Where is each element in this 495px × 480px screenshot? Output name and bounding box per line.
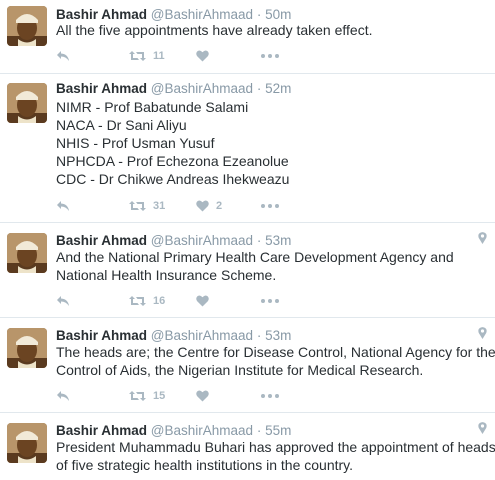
user-handle[interactable]: @BashirAhmaad — [151, 233, 253, 248]
display-name[interactable]: Bashir Ahmad — [56, 81, 147, 96]
tweet-actions: 11 — [56, 48, 296, 64]
user-handle[interactable]: @BashirAhmaad — [151, 423, 253, 438]
tweet-text-line: President Muhammadu Buhari has approved … — [56, 439, 495, 455]
retweet-icon — [129, 201, 146, 211]
reply-icon — [57, 296, 69, 306]
separator: · — [256, 7, 262, 22]
tweet-text-line: NHIS - Prof Usman Yusuf — [56, 135, 215, 151]
tweet-text: NIMR - Prof Babatunde Salami NACA - Dr S… — [56, 98, 486, 188]
timestamp[interactable]: 52m — [265, 81, 291, 96]
tweet-feed: Bashir Ahmad @BashirAhmaad · 50m All the… — [0, 0, 495, 480]
separator: · — [256, 81, 262, 96]
like-button[interactable] — [196, 388, 216, 404]
reply-button[interactable] — [56, 388, 70, 404]
retweet-icon — [129, 296, 146, 306]
more-icon — [261, 204, 279, 208]
reply-icon — [57, 201, 69, 211]
tweet-actions: 16 — [56, 293, 296, 309]
retweet-count: 11 — [153, 50, 165, 62]
retweet-button[interactable]: 16 — [129, 293, 165, 309]
tweet-text-line: The heads are; the Centre for Disease Co… — [56, 344, 495, 360]
display-name[interactable]: Bashir Ahmad — [56, 233, 147, 248]
avatar[interactable] — [7, 233, 47, 273]
tweet-text-line: Control of Aids, the Nigerian Institute … — [56, 362, 424, 378]
like-count: 2 — [216, 200, 223, 212]
more-icon — [261, 299, 279, 303]
tweet-text-line: All the five appointments have already t… — [56, 22, 373, 38]
tweet-text-line: of five strategic health institutions in… — [56, 457, 354, 473]
avatar[interactable] — [7, 6, 47, 46]
retweet-icon — [129, 51, 146, 61]
tweet-header: Bashir Ahmad @BashirAhmaad · 53m — [56, 328, 291, 343]
display-name[interactable]: Bashir Ahmad — [56, 423, 147, 438]
tweet-actions: 15 — [56, 388, 296, 404]
tweet-text-line: And the National Primary Health Care Dev… — [56, 249, 454, 265]
retweet-count: 15 — [153, 390, 166, 402]
user-handle[interactable]: @BashirAhmaad — [151, 328, 253, 343]
user-handle[interactable]: @BashirAhmaad — [151, 81, 253, 96]
timestamp[interactable]: 53m — [265, 233, 291, 248]
tweet[interactable]: Bashir Ahmad @BashirAhmaad · 50m All the… — [0, 0, 495, 72]
tweet-text: The heads are; the Centre for Disease Co… — [56, 343, 495, 379]
tweet[interactable]: Bashir Ahmad @BashirAhmaad · 53m And the… — [0, 223, 495, 317]
tweet-header: Bashir Ahmad @BashirAhmaad · 52m — [56, 81, 291, 96]
separator: · — [256, 423, 262, 438]
more-icon — [261, 54, 279, 58]
tweet-header: Bashir Ahmad @BashirAhmaad · 50m — [56, 7, 291, 22]
more-button[interactable] — [261, 48, 279, 64]
tweet-text: And the National Primary Health Care Dev… — [56, 248, 486, 284]
tweet[interactable]: Bashir Ahmad @BashirAhmaad · 55m Preside… — [0, 413, 495, 480]
heart-icon — [196, 50, 209, 62]
retweet-button[interactable]: 31 — [129, 198, 165, 214]
tweet[interactable]: Bashir Ahmad @BashirAhmaad · 53m The hea… — [0, 318, 495, 412]
retweet-button[interactable]: 15 — [129, 388, 165, 404]
tweet-text-line: National Health Insurance Scheme. — [56, 267, 277, 283]
heart-icon — [196, 295, 209, 307]
location-pin-icon[interactable] — [478, 327, 487, 339]
timestamp[interactable]: 53m — [265, 328, 291, 343]
reply-icon — [57, 51, 69, 61]
avatar[interactable] — [7, 328, 47, 368]
tweet-text-line: NIMR - Prof Babatunde Salami — [56, 99, 249, 115]
tweet-text-line: NPHCDA - Prof Echezona Ezeanolue — [56, 153, 289, 169]
like-button[interactable]: 2 — [196, 198, 222, 214]
more-button[interactable] — [261, 293, 279, 309]
heart-icon — [196, 200, 209, 212]
retweet-button[interactable]: 11 — [129, 48, 165, 64]
avatar[interactable] — [7, 83, 47, 123]
tweet-text-line: CDC - Dr Chikwe Andreas Ihekweazu — [56, 171, 290, 187]
timestamp[interactable]: 50m — [265, 7, 291, 22]
retweet-count: 31 — [153, 200, 166, 212]
display-name[interactable]: Bashir Ahmad — [56, 328, 147, 343]
tweet[interactable]: Bashir Ahmad @BashirAhmaad · 52m NIMR - … — [0, 74, 495, 221]
reply-button[interactable] — [56, 48, 70, 64]
tweet-header: Bashir Ahmad @BashirAhmaad · 53m — [56, 233, 291, 248]
reply-icon — [57, 391, 69, 401]
avatar[interactable] — [7, 423, 47, 463]
more-icon — [261, 394, 279, 398]
tweet-text-line: NACA - Dr Sani Aliyu — [56, 117, 187, 133]
like-button[interactable] — [196, 48, 216, 64]
like-button[interactable] — [196, 293, 216, 309]
timestamp[interactable]: 55m — [265, 423, 291, 438]
user-handle[interactable]: @BashirAhmaad — [151, 7, 253, 22]
heart-icon — [196, 390, 209, 402]
tweet-text: All the five appointments have already t… — [56, 21, 486, 39]
tweet-header: Bashir Ahmad @BashirAhmaad · 55m — [56, 423, 291, 438]
reply-button[interactable] — [56, 198, 70, 214]
location-pin-icon[interactable] — [478, 232, 487, 244]
location-pin-icon[interactable] — [478, 422, 487, 434]
tweet-text: President Muhammadu Buhari has approved … — [56, 438, 495, 474]
display-name[interactable]: Bashir Ahmad — [56, 7, 147, 22]
retweet-icon — [129, 391, 146, 401]
retweet-count: 16 — [153, 295, 166, 307]
reply-button[interactable] — [56, 293, 70, 309]
more-button[interactable] — [261, 198, 279, 214]
more-button[interactable] — [261, 388, 279, 404]
tweet-actions: 31 2 — [56, 198, 296, 214]
separator: · — [256, 233, 262, 248]
separator: · — [256, 328, 262, 343]
